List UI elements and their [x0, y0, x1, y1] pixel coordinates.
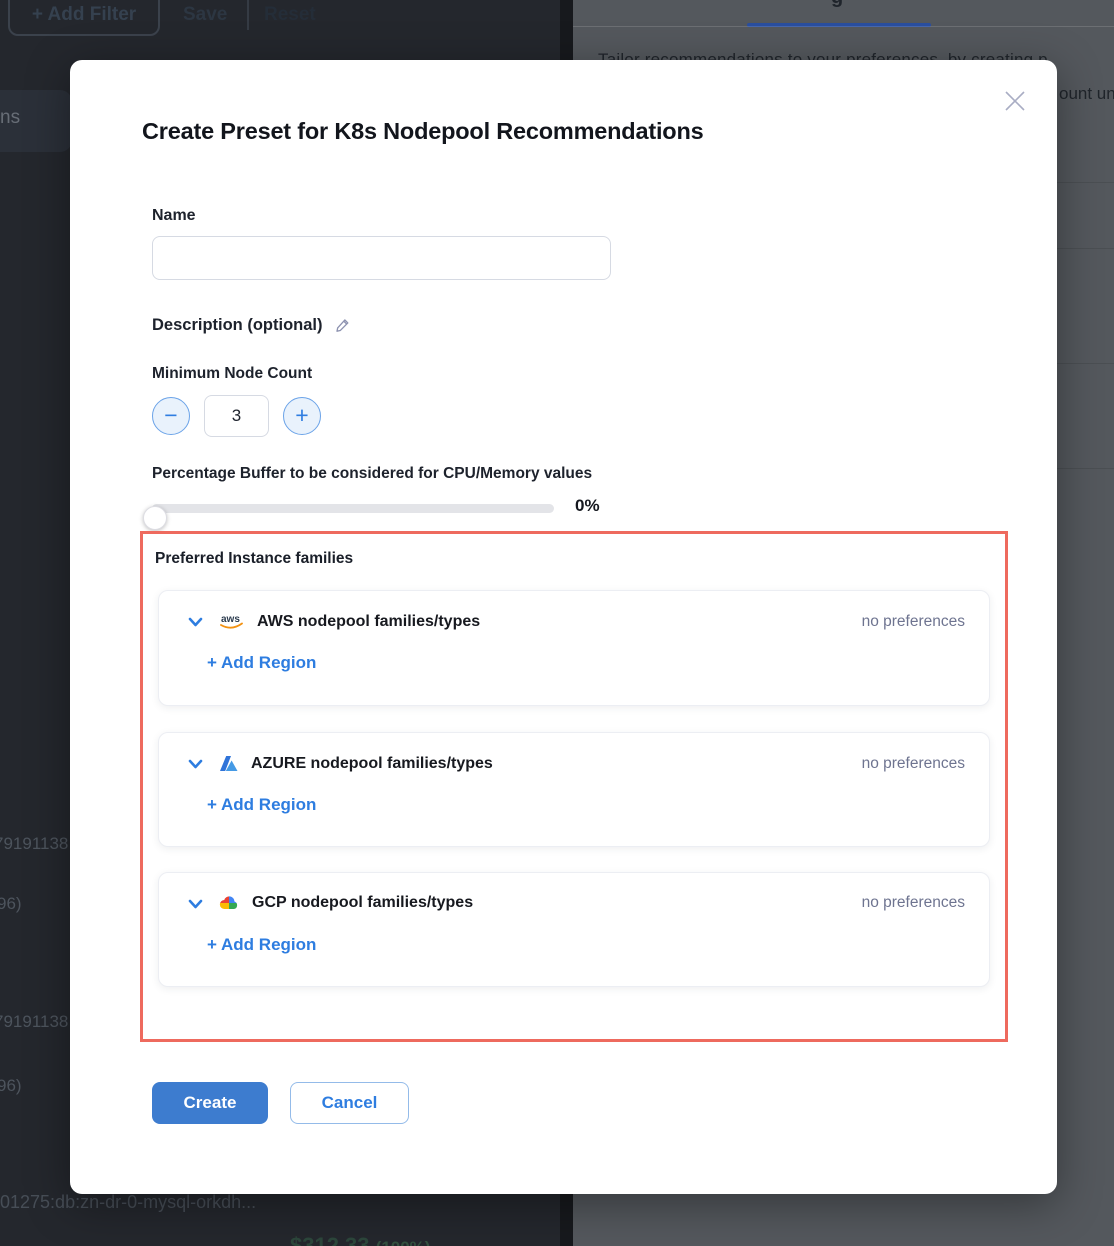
- gcp-logo-icon: [218, 894, 240, 912]
- aws-card-header: aws AWS nodepool families/types no prefe…: [159, 591, 989, 631]
- gcp-provider-card: GCP nodepool families/types no preferenc…: [158, 872, 990, 987]
- aws-logo-icon: aws: [218, 612, 245, 631]
- screen: + Add Filter Save Reset ns 79191138 96) …: [0, 0, 1114, 1246]
- description-label: Description (optional): [152, 316, 323, 335]
- cancel-button[interactable]: Cancel: [290, 1082, 409, 1124]
- tab-label-fragment: g: [831, 0, 843, 9]
- background-chip: ns: [0, 90, 72, 152]
- chip-text-fragment: ns: [0, 107, 20, 129]
- background-cost-fragment: $312.33 (100%): [290, 1233, 430, 1246]
- increment-button[interactable]: +: [283, 397, 321, 435]
- reset-button[interactable]: Reset: [264, 4, 316, 26]
- provider-label: AWS nodepool families/types: [257, 613, 480, 631]
- background-pct-fragment: 96): [0, 894, 22, 914]
- background-resource-fragment: 01275:db:zn-dr-0-mysql-orkdh...: [0, 1192, 256, 1213]
- provider-status: no preferences: [862, 755, 965, 773]
- chevron-down-icon[interactable]: [187, 613, 204, 630]
- azure-card-header: AZURE nodepool families/types no prefere…: [159, 733, 989, 773]
- provider-status: no preferences: [862, 894, 965, 912]
- background-pct-fragment: 96): [0, 1076, 22, 1096]
- slider-thumb[interactable]: [143, 506, 167, 530]
- toolbar-divider: [247, 0, 249, 30]
- description-row: Description (optional): [152, 316, 352, 335]
- azure-logo-icon: [218, 754, 239, 773]
- provider-status: no preferences: [862, 613, 965, 631]
- aws-provider-card: aws AWS nodepool families/types no prefe…: [158, 590, 990, 706]
- buffer-label: Percentage Buffer to be considered for C…: [152, 465, 592, 483]
- preferred-families-label: Preferred Instance families: [155, 550, 353, 568]
- background-text-fragment: ount un: [1059, 84, 1114, 104]
- node-count-stepper: − +: [152, 395, 321, 437]
- min-node-count-label: Minimum Node Count: [152, 365, 312, 383]
- create-preset-modal: Create Preset for K8s Nodepool Recommend…: [70, 60, 1057, 1194]
- name-label: Name: [152, 207, 196, 225]
- name-input[interactable]: [152, 236, 611, 280]
- add-region-button[interactable]: + Add Region: [207, 653, 316, 673]
- provider-label: AZURE nodepool families/types: [251, 755, 493, 773]
- create-button[interactable]: Create: [152, 1082, 268, 1124]
- gcp-card-header: GCP nodepool families/types no preferenc…: [159, 873, 989, 912]
- preferred-families-highlight-box: Preferred Instance families aws AWS node…: [140, 531, 1008, 1042]
- save-button[interactable]: Save: [183, 4, 227, 26]
- buffer-value: 0%: [575, 496, 600, 516]
- cost-value: $312.33: [290, 1233, 370, 1246]
- chevron-down-icon[interactable]: [187, 895, 204, 912]
- add-region-button[interactable]: + Add Region: [207, 795, 316, 815]
- azure-provider-card: AZURE nodepool families/types no prefere…: [158, 732, 990, 847]
- buffer-slider: 0%: [152, 494, 682, 524]
- edit-pencil-icon[interactable]: [333, 316, 352, 335]
- cost-percent: (100%): [376, 1238, 431, 1246]
- tab-bar-divider: [573, 26, 1114, 27]
- background-id-fragment: 79191138: [0, 1012, 68, 1032]
- add-region-button[interactable]: + Add Region: [207, 935, 316, 955]
- decrement-button[interactable]: −: [152, 397, 190, 435]
- add-filter-button[interactable]: + Add Filter: [8, 0, 160, 36]
- close-icon[interactable]: [998, 84, 1032, 118]
- background-id-fragment: 79191138: [0, 834, 68, 854]
- chevron-down-icon[interactable]: [187, 755, 204, 772]
- slider-track[interactable]: [152, 504, 554, 513]
- add-filter-label: + Add Filter: [32, 4, 136, 26]
- provider-label: GCP nodepool families/types: [252, 894, 473, 912]
- svg-text:aws: aws: [221, 614, 240, 625]
- node-count-input[interactable]: [204, 395, 269, 437]
- modal-title: Create Preset for K8s Nodepool Recommend…: [142, 118, 703, 145]
